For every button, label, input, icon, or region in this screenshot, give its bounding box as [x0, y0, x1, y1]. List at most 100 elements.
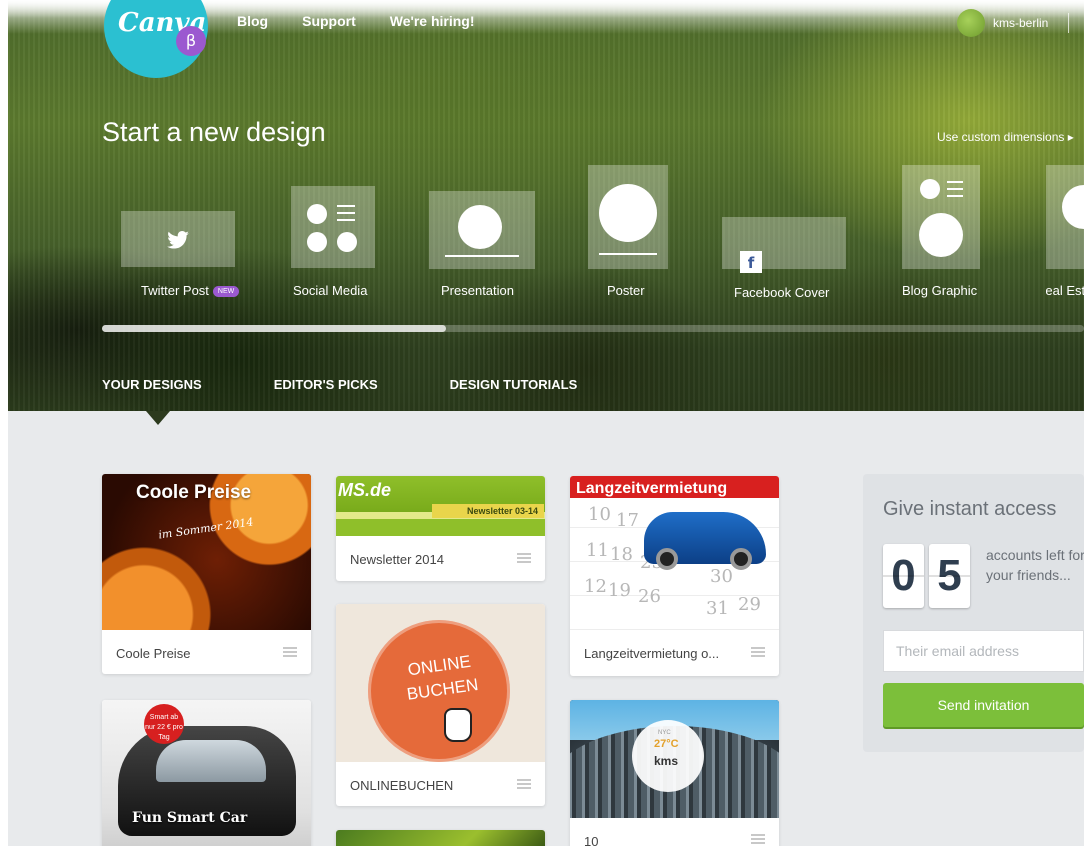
menu-icon[interactable]: [517, 553, 531, 563]
counter-digit: 0: [883, 544, 924, 608]
grid-line: [337, 205, 355, 207]
template-poster-label: Poster: [607, 283, 645, 298]
design-title: ONLINEBUCHEN: [350, 778, 454, 793]
template-presentation-label: Presentation: [441, 283, 514, 298]
grid-dot: [337, 232, 357, 252]
presentation-line: [445, 255, 519, 257]
thumb-subheading: im Sommer 2014: [157, 515, 255, 542]
thumb-logo: MS.de: [338, 480, 392, 500]
poster-line: [599, 253, 657, 255]
scrollbar-thumb[interactable]: [102, 325, 446, 332]
template-twitter-post[interactable]: Twitter Post NEW: [121, 211, 240, 307]
divider: [1068, 13, 1070, 33]
car-wheel: [656, 548, 678, 570]
calendar-number: 18: [610, 544, 633, 565]
design-card-coole-preise[interactable]: Coole Preise im Sommer 2014 Coole Preise: [102, 474, 311, 674]
calendar-number: 29: [738, 594, 761, 615]
template-real-estate-label: Real Est: [1046, 283, 1084, 298]
nav-hiring-link[interactable]: We're hiring!: [390, 13, 475, 29]
thumb-heading: Langzeitvermietung: [576, 480, 728, 497]
menu-icon[interactable]: [517, 779, 531, 789]
email-field[interactable]: [883, 630, 1084, 672]
new-badge: NEW: [212, 286, 240, 297]
menu-icon[interactable]: [283, 647, 297, 657]
menu-icon[interactable]: [751, 647, 765, 657]
grid-dot: [307, 204, 327, 224]
blog-circle: [919, 213, 963, 257]
template-social-media-label: Social Media: [293, 283, 368, 298]
car-wheel: [730, 548, 752, 570]
blog-dot: [920, 179, 940, 199]
blog-line: [947, 195, 963, 197]
blog-line: [947, 188, 963, 190]
facebook-icon: f: [740, 251, 762, 273]
blog-line: [947, 181, 963, 183]
design-thumbnail: Coole Preise im Sommer 2014: [102, 474, 311, 630]
design-thumbnail: [336, 830, 545, 846]
send-invitation-button[interactable]: Send invitation: [883, 683, 1084, 727]
design-thumbnail: Langzeitvermietung 10 17 11 18 25 12 19 …: [570, 476, 779, 630]
design-title: Newsletter 2014: [350, 552, 444, 567]
hand-cursor-icon: [444, 708, 472, 742]
thumb-caption: Fun Smart Car: [132, 810, 248, 826]
tab-your-designs[interactable]: YOUR DESIGNS: [102, 377, 202, 392]
top-nav: Blog Support We're hiring!: [237, 13, 475, 29]
tab-design-tutorials[interactable]: DESIGN TUTORIALS: [450, 377, 578, 392]
calendar-number: 10: [588, 504, 611, 525]
design-title: Coole Preise: [116, 646, 191, 661]
calendar-number: 12: [584, 576, 607, 597]
thumb-tag: Newsletter 03-14: [432, 504, 544, 518]
design-card-fun-smart-car[interactable]: Smart ab nur 22 € pro Tag Fun Smart Car: [102, 700, 311, 846]
design-card-newsletter-2014[interactable]: MS.de Newsletter 03-14 Newsletter 2014: [336, 476, 545, 581]
beta-badge: β: [176, 26, 206, 56]
design-card-10[interactable]: NYC 27°C kms 10: [570, 700, 779, 846]
poster-circle: [599, 184, 657, 242]
templates-scrollbar[interactable]: [102, 325, 1084, 332]
invite-heading: Give instant access: [883, 498, 1057, 520]
page-title: Start a new design: [102, 117, 326, 147]
template-label: Twitter Post NEW: [141, 283, 240, 298]
design-thumbnail: MS.de Newsletter 03-14: [336, 476, 545, 536]
user-menu[interactable]: kms-berlin: [957, 9, 1070, 37]
template-facebook-cover-label: Facebook Cover: [734, 285, 830, 300]
design-thumbnail: Smart ab nur 22 € pro Tag Fun Smart Car: [102, 700, 311, 846]
avatar[interactable]: [957, 9, 985, 37]
calendar-number: 30: [710, 566, 733, 587]
design-card[interactable]: [336, 830, 545, 846]
twitter-icon: [167, 231, 189, 249]
nav-support-link[interactable]: Support: [302, 13, 356, 29]
template-twitter-post-label: Twitter Post: [141, 283, 209, 298]
template-real-estate[interactable]: Real Est: [1046, 165, 1084, 307]
price-badge: Smart ab nur 22 € pro Tag: [144, 704, 184, 744]
menu-icon[interactable]: [751, 834, 765, 844]
calendar-number: 31: [706, 598, 729, 619]
design-title: Langzeitvermietung o...: [584, 646, 720, 661]
template-social-media[interactable]: Social Media: [291, 186, 375, 306]
design-tabs: YOUR DESIGNS EDITOR'S PICKS DESIGN TUTOR…: [102, 377, 577, 392]
calendar-number: 11: [586, 540, 609, 561]
tab-editors-picks[interactable]: EDITOR'S PICKS: [274, 377, 378, 392]
template-blog-graphic-label: Blog Graphic: [902, 283, 978, 298]
username[interactable]: kms-berlin: [993, 16, 1048, 30]
thumb-heading: Coole Preise: [136, 482, 252, 503]
thumb-temperature: 27°C: [654, 738, 679, 750]
thumb-name: kms: [654, 754, 679, 768]
grid-line: [337, 219, 355, 221]
calendar-number: 26: [638, 586, 661, 607]
car-window: [156, 740, 266, 782]
custom-dimensions-link[interactable]: Use custom dimensions ▸: [937, 130, 1074, 144]
template-poster[interactable]: Poster: [588, 165, 668, 307]
design-card-langzeitvermietung[interactable]: Langzeitvermietung 10 17 11 18 25 12 19 …: [570, 476, 779, 676]
active-tab-pointer: [146, 411, 170, 425]
design-thumbnail: ONLINE BUCHEN: [336, 604, 545, 762]
design-thumbnail: NYC 27°C kms: [570, 700, 779, 818]
template-facebook-cover[interactable]: f Facebook Cover: [722, 217, 846, 307]
template-blog-graphic[interactable]: Blog Graphic: [902, 165, 982, 307]
thumb-city-label: NYC: [658, 730, 671, 736]
design-card-onlinebuchen[interactable]: ONLINE BUCHEN ONLINEBUCHEN: [336, 604, 545, 806]
calendar-number: 19: [608, 580, 631, 601]
nav-blog-link[interactable]: Blog: [237, 13, 268, 29]
design-title: 10: [584, 834, 599, 846]
calendar-number: 17: [616, 510, 639, 531]
template-presentation[interactable]: Presentation: [429, 191, 535, 307]
